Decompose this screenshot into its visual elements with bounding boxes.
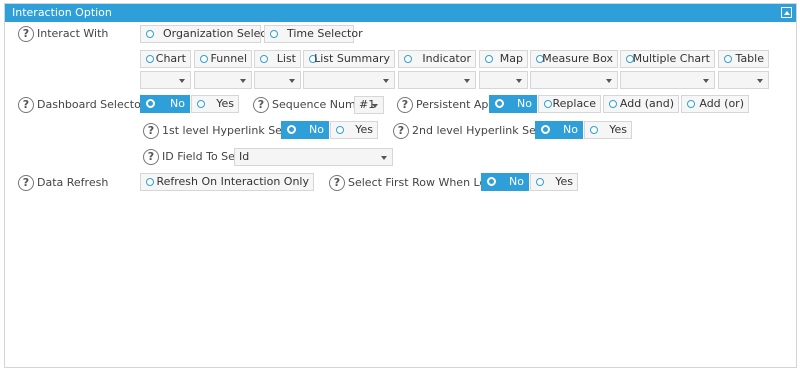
second-level-yes[interactable]: Yes [584, 121, 632, 139]
option-chart[interactable]: Chart [140, 50, 191, 68]
indicator-dropdown[interactable] [398, 71, 476, 89]
radio-icon [146, 99, 155, 108]
radio-icon [495, 99, 504, 108]
option-time-selector[interactable]: Time Selector [264, 25, 363, 43]
chevron-down-icon [606, 79, 612, 83]
select-first-row-no[interactable]: No [481, 173, 529, 191]
chevron-down-icon [383, 79, 389, 83]
help-icon[interactable]: ? [18, 97, 34, 113]
radio-icon [536, 178, 544, 186]
measure-box-dropdown[interactable] [530, 71, 618, 89]
radio-icon [146, 178, 154, 186]
chart-dropdown[interactable] [140, 71, 191, 89]
list-summary-dropdown[interactable] [303, 71, 395, 89]
help-icon[interactable]: ? [393, 123, 409, 139]
map-dropdown[interactable] [479, 71, 528, 89]
radio-icon [541, 125, 550, 134]
option-indicator[interactable]: Indicator [398, 50, 476, 68]
radio-icon [200, 55, 208, 63]
radio-icon [287, 125, 296, 134]
help-icon[interactable]: ? [143, 123, 159, 139]
dashboard-selector-label: Dashboard Selector [37, 98, 146, 111]
radio-icon [590, 126, 598, 134]
option-multiple-chart[interactable]: Multiple Chart [620, 50, 715, 68]
option-table[interactable]: Table [718, 50, 769, 68]
option-list-summary[interactable]: List Summary [303, 50, 395, 68]
panel-title: Interaction Option [12, 6, 112, 19]
chevron-down-icon [240, 79, 246, 83]
radio-icon [146, 55, 154, 63]
option-measure-box[interactable]: Measure Box [530, 50, 618, 68]
dashboard-selector-no[interactable]: No [140, 95, 190, 113]
option-list[interactable]: List [254, 50, 301, 68]
chevron-down-icon [757, 79, 763, 83]
persistent-apply-add-and[interactable]: Add (and) [603, 95, 679, 113]
persistent-apply-no[interactable]: No [489, 95, 537, 113]
option-funnel[interactable]: Funnel [194, 50, 252, 68]
chevron-down-icon [516, 79, 522, 83]
radio-icon [485, 55, 493, 63]
select-first-row-yes[interactable]: Yes [530, 173, 578, 191]
radio-icon [487, 177, 496, 186]
radio-icon [336, 126, 344, 134]
id-field-select[interactable]: Id [234, 148, 393, 166]
radio-icon [609, 100, 617, 108]
table-dropdown[interactable] [718, 71, 769, 89]
radio-icon [544, 100, 552, 108]
chevron-down-icon [289, 79, 295, 83]
data-refresh-label: Data Refresh [37, 176, 109, 189]
panel-header: Interaction Option [5, 4, 796, 22]
chevron-down-icon [179, 79, 185, 83]
radio-icon [404, 55, 412, 63]
funnel-dropdown[interactable] [194, 71, 252, 89]
first-level-no[interactable]: No [281, 121, 329, 139]
option-map[interactable]: Map [479, 50, 528, 68]
list-dropdown[interactable] [254, 71, 301, 89]
dashboard-selector-yes[interactable]: Yes [191, 95, 239, 113]
chevron-down-icon [703, 79, 709, 83]
multiple-chart-dropdown[interactable] [620, 71, 715, 89]
persistent-apply-replace[interactable]: Replace [538, 95, 601, 113]
first-level-yes[interactable]: Yes [330, 121, 378, 139]
radio-icon [687, 100, 695, 108]
help-icon[interactable]: ? [143, 149, 159, 165]
help-icon[interactable]: ? [397, 97, 413, 113]
refresh-on-interaction-only[interactable]: Refresh On Interaction Only [140, 173, 314, 191]
radio-icon [197, 100, 205, 108]
persistent-apply-add-or[interactable]: Add (or) [681, 95, 749, 113]
sequence-number-select[interactable]: #1 [354, 96, 384, 114]
radio-icon [270, 30, 278, 38]
chevron-down-icon [464, 79, 470, 83]
interact-with-label: Interact With [37, 27, 109, 40]
radio-icon [260, 55, 268, 63]
help-icon[interactable]: ? [253, 97, 269, 113]
chevron-down-icon [372, 104, 378, 108]
collapse-icon[interactable] [781, 7, 792, 18]
help-icon[interactable]: ? [18, 175, 34, 191]
radio-icon [724, 55, 732, 63]
help-icon[interactable]: ? [329, 175, 345, 191]
option-organization-selector[interactable]: Organization Selector [140, 25, 282, 43]
chevron-down-icon [381, 156, 387, 160]
help-icon[interactable]: ? [18, 26, 34, 42]
radio-icon [146, 30, 154, 38]
second-level-no[interactable]: No [535, 121, 583, 139]
